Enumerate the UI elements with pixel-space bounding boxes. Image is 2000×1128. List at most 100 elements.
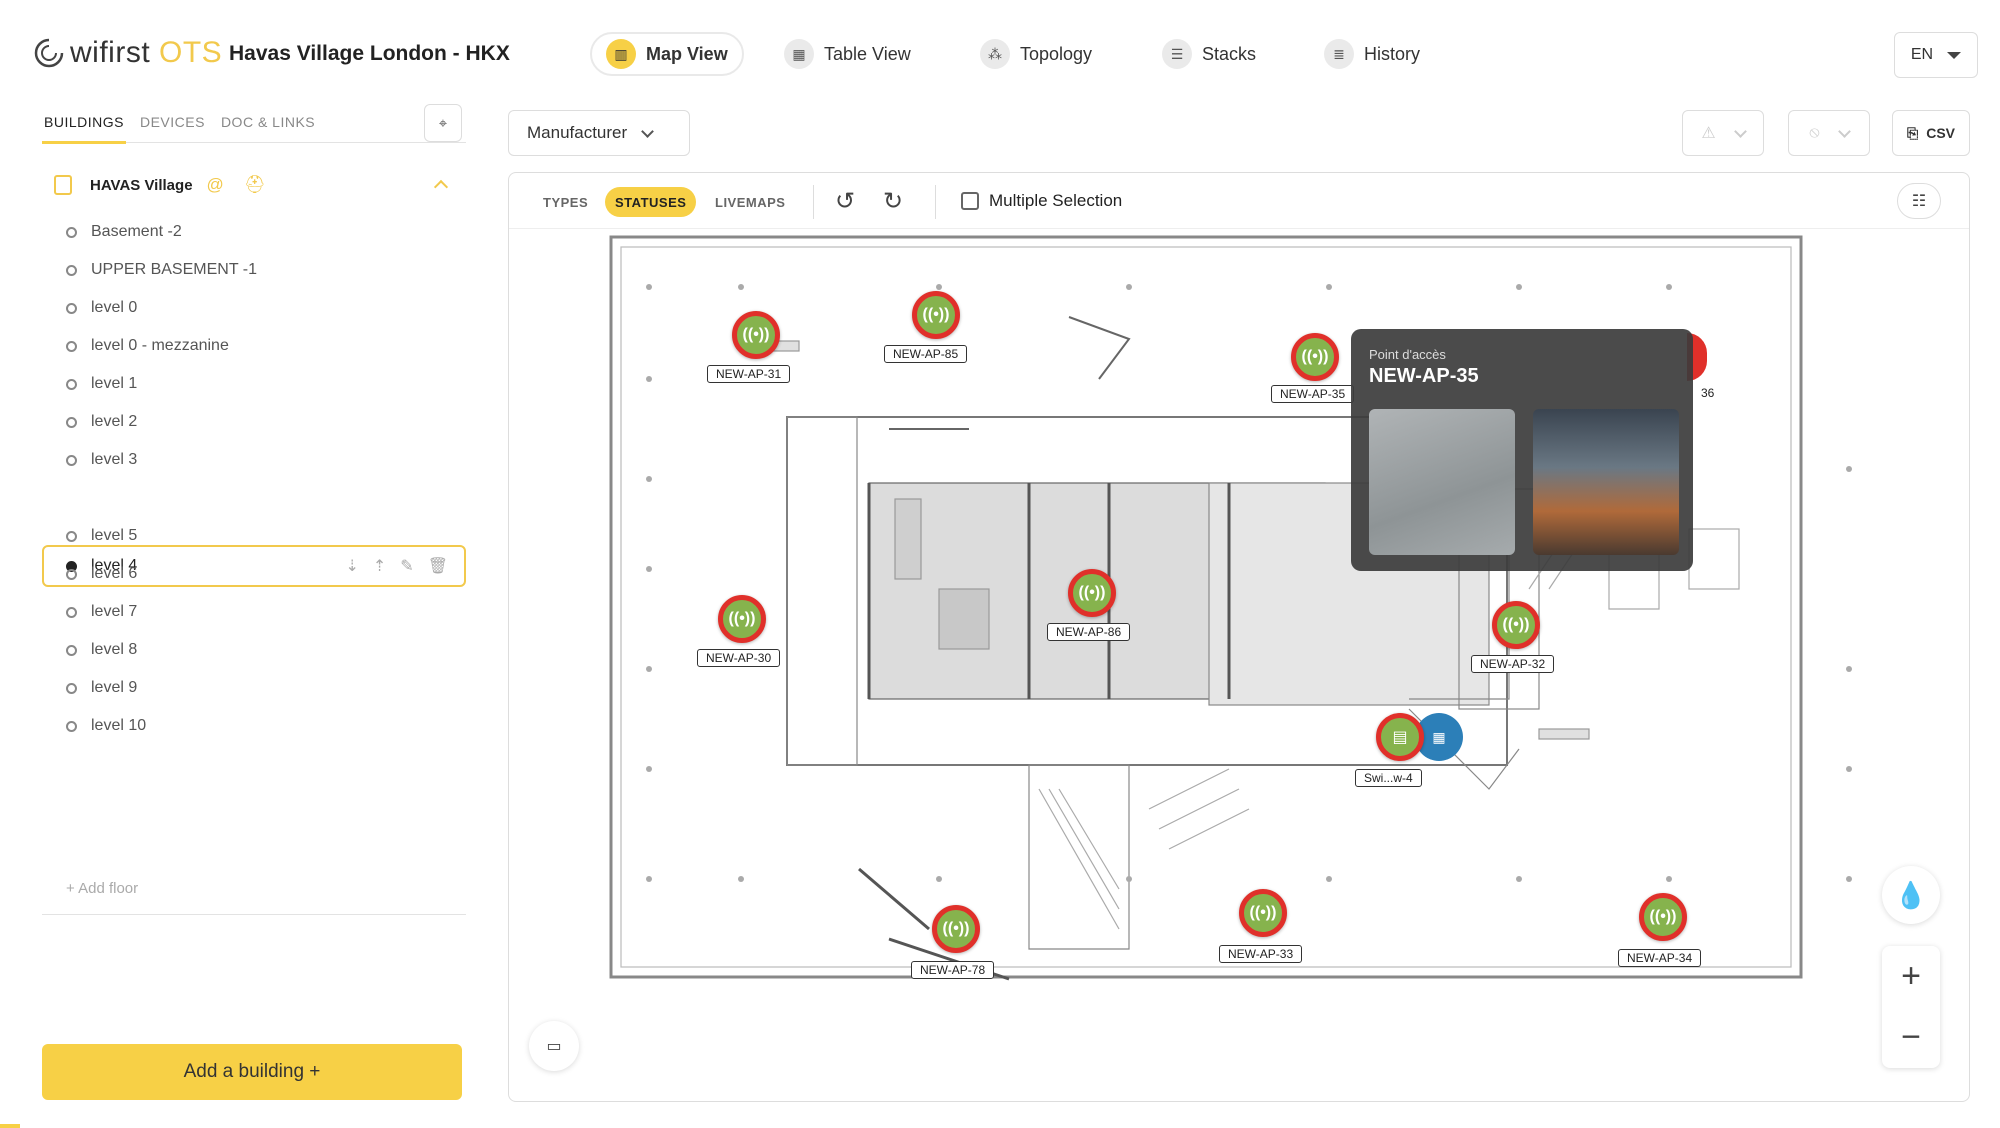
map-toolbar: TYPES STATUSES LIVEMAPS ↺ ↻ Multiple Sel…: [509, 173, 1969, 229]
ap-label: NEW-AP-35: [1271, 385, 1355, 403]
file-export-icon: ⎘: [1907, 124, 1919, 141]
add-floor-link[interactable]: + Add floor: [66, 880, 138, 897]
floor-item[interactable]: level 0 - mezzanine: [42, 326, 466, 366]
nav-label: Table View: [824, 43, 911, 64]
floor-dot-icon: [66, 340, 77, 352]
floor-dot-icon: [66, 568, 77, 580]
floor-item[interactable]: level 0: [42, 288, 466, 328]
undo-icon[interactable]: ↺: [835, 187, 855, 216]
floor-item[interactable]: level 6: [42, 554, 466, 594]
multiple-selection-checkbox[interactable]: [961, 192, 979, 210]
logo-word: wifirst: [70, 36, 151, 69]
helmet-icon[interactable]: ⛑: [244, 175, 266, 195]
nav-topology[interactable]: ⁂ Topology: [966, 32, 1106, 76]
chevron-down-icon: [1947, 51, 1962, 59]
chevron-down-icon: [1733, 124, 1747, 138]
floor-dot-icon: [66, 416, 77, 428]
floor-item[interactable]: level 7: [42, 592, 466, 632]
warning-filter[interactable]: ⚠: [1682, 110, 1764, 156]
nav-history[interactable]: ≣ History: [1310, 32, 1434, 76]
access-point-marker[interactable]: ((•)): [1239, 889, 1287, 937]
floor-label: level 8: [91, 641, 138, 658]
visibility-filter[interactable]: ⦸: [1788, 110, 1870, 156]
manufacturer-label: Manufacturer: [527, 123, 628, 142]
csv-export-button[interactable]: ⎘ CSV: [1892, 110, 1970, 156]
wifi-signal-icon: ((•)): [922, 306, 950, 323]
logo-suffix: OTS: [159, 36, 223, 69]
floor-label: level 2: [91, 413, 138, 430]
access-point-marker[interactable]: ((•)): [732, 311, 780, 359]
floor-label: level 9: [91, 679, 138, 696]
drop-button[interactable]: 💧: [1882, 866, 1940, 924]
legend-button[interactable]: ▭: [529, 1021, 579, 1071]
building-row[interactable]: HAVAS Village @ ⛑: [54, 172, 466, 198]
tab-livemaps[interactable]: LIVEMAPS: [705, 187, 795, 217]
access-point-marker[interactable]: ((•)): [932, 905, 980, 953]
access-point-marker[interactable]: ((•)): [1492, 601, 1540, 649]
zoom-in-icon[interactable]: +: [1882, 946, 1940, 1007]
manufacturer-select[interactable]: Manufacturer: [508, 110, 690, 156]
ap-label: NEW-AP-33: [1219, 945, 1303, 963]
tab-statuses[interactable]: STATUSES: [605, 187, 697, 217]
history-icon: ≣: [1324, 39, 1354, 69]
floor-item[interactable]: level 2: [42, 402, 466, 442]
floor-item[interactable]: UPPER BASEMENT -1: [42, 250, 466, 290]
eye-off-icon: ⦸: [1809, 124, 1820, 141]
access-point-marker[interactable]: ((•)): [1068, 569, 1116, 617]
nav-map-view[interactable]: ▥ Map View: [590, 32, 744, 76]
access-point-marker[interactable]: ((•)): [718, 595, 766, 643]
floor-item[interactable]: level 3: [42, 440, 466, 480]
floor-plan[interactable]: ((•)) NEW-AP-31 ((•)) NEW-AP-85 ((•)) NE…: [509, 229, 1969, 1101]
switch-status-marker[interactable]: ▤: [1376, 713, 1424, 761]
redo-icon[interactable]: ↻: [883, 187, 903, 216]
chevron-down-icon: [641, 124, 655, 138]
tab-types[interactable]: TYPES: [533, 187, 598, 217]
map-settings-button[interactable]: ⌖: [424, 104, 462, 142]
sidebar: BUILDINGS DEVICES DOC & LINKS ⌖ HAVAS Vi…: [42, 100, 466, 1110]
legend-card-icon: ▭: [546, 1038, 562, 1055]
tab-doc-links[interactable]: DOC & LINKS: [221, 114, 315, 130]
language-select[interactable]: EN: [1894, 32, 1978, 78]
floor-item[interactable]: level 9: [42, 668, 466, 708]
access-point-marker[interactable]: ((•)): [912, 291, 960, 339]
switch-icon: ▦: [1432, 728, 1446, 745]
chevron-up-icon[interactable]: [433, 179, 449, 195]
floor-label: level 3: [91, 451, 138, 468]
zoom-controls: + −: [1882, 946, 1940, 1068]
floor-dot-icon: [66, 682, 77, 694]
divider: [42, 914, 466, 915]
map-settings-sliders-button[interactable]: ☷: [1897, 183, 1941, 219]
nav-table-view[interactable]: ▦ Table View: [770, 32, 925, 76]
floor-item[interactable]: level 10: [42, 706, 466, 746]
progress-indicator: [0, 1124, 20, 1128]
toolbar-separator: [935, 185, 936, 219]
logo: wifirst OTS: [32, 36, 222, 70]
map-pin-icon: ⌖: [438, 114, 448, 132]
tab-buildings[interactable]: BUILDINGS: [44, 114, 124, 130]
server-icon: ▤: [1392, 729, 1408, 746]
ap-photo-closeup[interactable]: [1369, 409, 1515, 555]
add-building-button[interactable]: Add a building +: [42, 1044, 462, 1100]
ap-photo-room[interactable]: [1533, 409, 1679, 555]
switch-label: Swi...w-4: [1355, 769, 1422, 787]
floor-label: level 7: [91, 603, 138, 620]
floor-label: level 10: [91, 717, 147, 734]
wifi-signal-icon: ((•)): [1301, 348, 1329, 365]
nav-stacks[interactable]: ☰ Stacks: [1148, 32, 1270, 76]
table-icon: ▦: [784, 39, 814, 69]
floor-item[interactable]: level 5: [42, 516, 466, 556]
floor-label: level 0: [91, 299, 138, 316]
access-point-marker[interactable]: ((•)): [1639, 893, 1687, 941]
ap-label: NEW-AP-86: [1047, 623, 1131, 641]
floor-item[interactable]: level 1: [42, 364, 466, 404]
floor-label: level 0 - mezzanine: [91, 337, 229, 354]
wifi-signal-icon: ((•)): [728, 610, 756, 627]
zoom-out-icon[interactable]: −: [1882, 1007, 1940, 1068]
popup-heading: Point d'accès: [1369, 347, 1446, 362]
floor-item[interactable]: level 8: [42, 630, 466, 670]
floor-item[interactable]: Basement -2: [42, 212, 466, 252]
tab-devices[interactable]: DEVICES: [140, 114, 205, 130]
access-point-marker[interactable]: ((•)): [1291, 333, 1339, 381]
at-icon[interactable]: @: [207, 175, 224, 195]
wifi-signal-icon: ((•)): [1249, 904, 1277, 921]
